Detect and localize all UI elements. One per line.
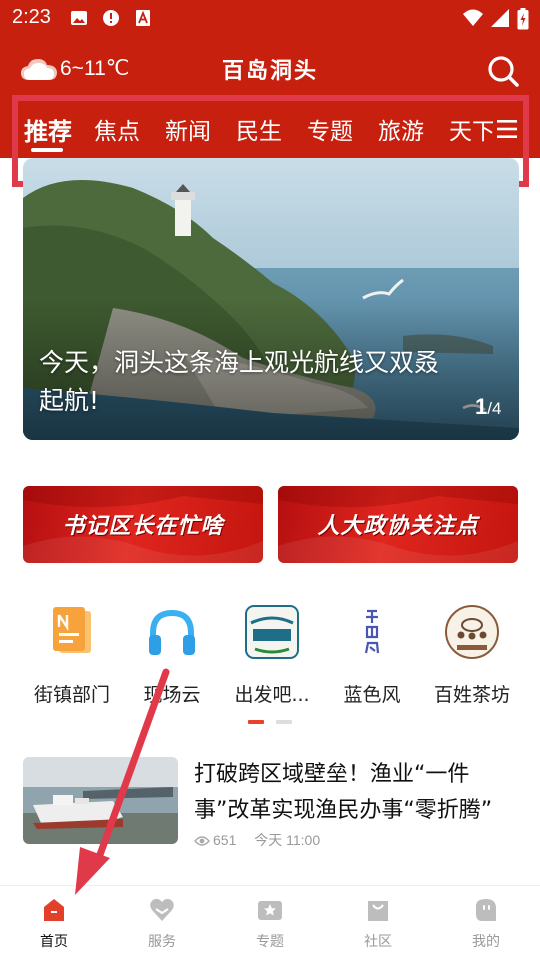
- quick-link-live-cloud[interactable]: 现场云: [120, 605, 220, 715]
- news-view-count: 651: [213, 832, 237, 848]
- nav-label: 社区: [364, 934, 392, 950]
- app-title: 百岛洞头: [221, 58, 318, 84]
- nav-label: 首页: [40, 934, 68, 950]
- quick-link-label: 百姓茶坊: [433, 684, 510, 706]
- blue-wind-logo-icon: [364, 609, 380, 654]
- home-icon: [44, 899, 64, 921]
- quick-link-teahouse[interactable]: 百姓茶坊: [420, 605, 520, 715]
- carousel-banner[interactable]: 今天，洞头这条海上观光航线又双叒起航! 1/4: [23, 158, 519, 440]
- quick-link-blue-wind[interactable]: 蓝色风: [320, 605, 420, 715]
- bag-icon: [368, 901, 388, 921]
- promo-banner-leaders[interactable]: 书记区长在忙啥: [23, 486, 263, 563]
- news-time: 今天 11:00: [254, 832, 321, 848]
- nav-services[interactable]: 服务: [108, 894, 216, 954]
- nav-community[interactable]: 社区: [324, 894, 432, 954]
- star-icon: [258, 901, 282, 920]
- banner-current-page: 1: [475, 394, 488, 419]
- nav-label: 服务: [148, 934, 176, 950]
- nav-label: 专题: [256, 934, 284, 950]
- signal-icon: [491, 9, 509, 27]
- news-title[interactable]: 打破跨区域壁垒！渔业“一件事”改革实现渔民办事“零折腾”: [194, 757, 516, 829]
- news-photo: [23, 757, 178, 844]
- promo-label: 书记区长在忙啥: [62, 514, 224, 539]
- app-screen: 2:23 6~11℃ 百岛洞头 推荐 焦点 新闻 民生 专题 旅游 天下 今天，…: [0, 0, 540, 960]
- search-icon[interactable]: [486, 54, 520, 88]
- teahouse-logo-icon: [445, 605, 499, 659]
- alert-icon: [103, 10, 119, 26]
- pager-dot-active: [248, 720, 264, 724]
- news-thumbnail[interactable]: [23, 757, 178, 844]
- status-time: 2:23: [12, 6, 51, 28]
- top-bar: 6~11℃ 百岛洞头: [0, 44, 540, 94]
- status-bar: 2:23: [0, 0, 540, 38]
- bottom-navigation: 首页 服务 专题 社区 我的: [0, 885, 540, 960]
- battery-icon: [517, 8, 529, 30]
- headphones-icon: [149, 609, 195, 655]
- news-meta: 651 今天 11:00: [194, 830, 320, 850]
- a-badge-icon: [136, 10, 150, 26]
- profile-icon: [476, 899, 496, 921]
- promo-label: 人大政协关注点: [317, 514, 479, 539]
- nav-home[interactable]: 首页: [0, 894, 108, 954]
- quick-link-go[interactable]: 出发吧...: [220, 605, 320, 715]
- document-icon: [53, 607, 91, 653]
- nav-label: 我的: [472, 934, 500, 950]
- promo-banner-congress[interactable]: 人大政协关注点: [278, 486, 518, 563]
- heart-icon: [150, 898, 174, 921]
- wifi-icon: [463, 9, 483, 26]
- pager-dot: [276, 720, 292, 724]
- image-icon: [71, 11, 87, 25]
- go-logo-icon: [245, 605, 299, 659]
- quick-link-departments[interactable]: 街镇部门: [20, 605, 120, 715]
- nav-topics[interactable]: 专题: [216, 894, 324, 954]
- banner-title: 今天，洞头这条海上观光航线又双叒起航!: [39, 348, 440, 415]
- banner-total-pages: /4: [487, 399, 502, 418]
- banner-page-counter: 1/4: [475, 394, 501, 420]
- nav-profile[interactable]: 我的: [432, 894, 540, 954]
- eye-icon: [194, 836, 210, 846]
